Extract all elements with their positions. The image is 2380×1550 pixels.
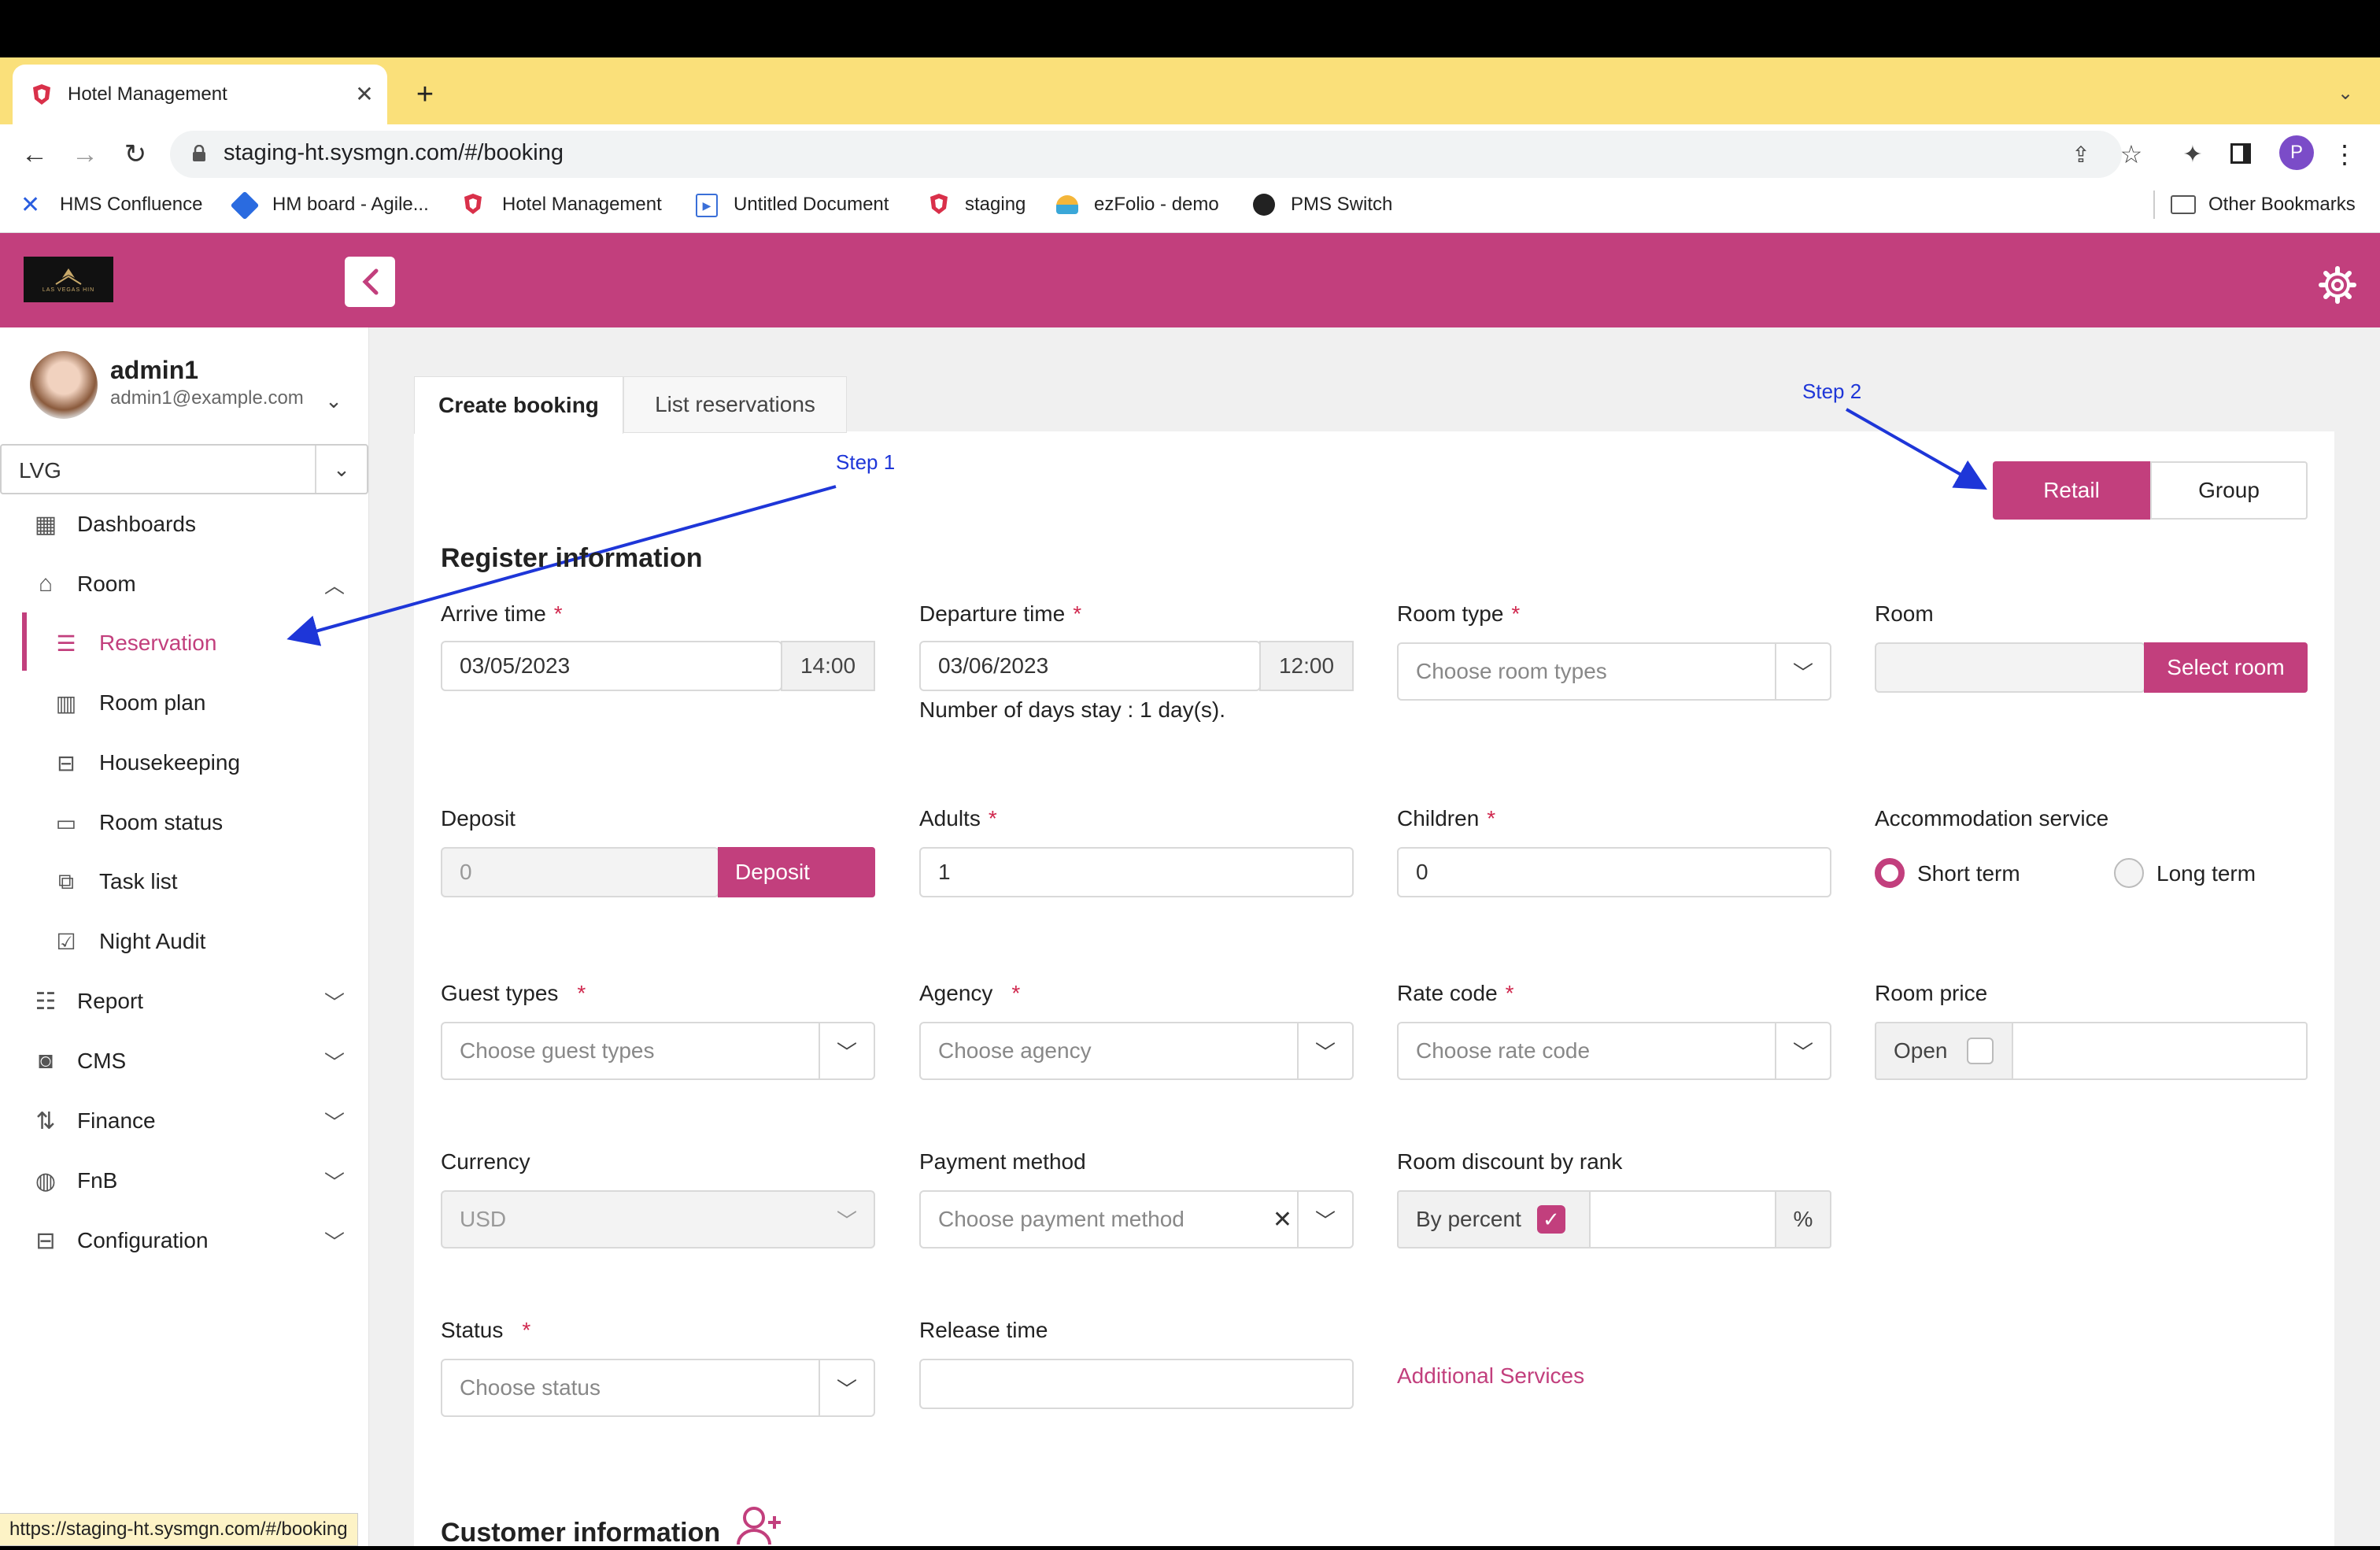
chevron-down-icon: ﹀: [1775, 644, 1830, 699]
deposit-input[interactable]: 0: [441, 847, 719, 897]
by-percent-group: By percent ✓: [1397, 1190, 1591, 1249]
deposit-button[interactable]: Deposit: [718, 847, 875, 897]
add-customer-icon[interactable]: [735, 1505, 782, 1550]
children-input[interactable]: 0: [1397, 847, 1831, 897]
currency-value: USD: [460, 1207, 507, 1231]
chevron-down-icon: ﹀: [1297, 1192, 1352, 1247]
room-type-label: Room type *: [1397, 601, 1521, 626]
chevron-down-icon: ﹀: [1297, 1023, 1352, 1078]
discount-label: Room discount by rank: [1397, 1149, 1623, 1174]
adults-label: Adults *: [919, 806, 997, 830]
days-stay-text: Number of days stay : 1 day(s).: [919, 697, 1226, 722]
room-type-placeholder: Choose room types: [1416, 659, 1607, 683]
long-term-label: Long term: [2156, 861, 2256, 886]
by-percent-checkbox[interactable]: ✓: [1536, 1205, 1565, 1234]
chevron-down-icon: ﹀: [819, 1023, 874, 1078]
open-checkbox[interactable]: [1966, 1038, 1994, 1064]
room-label: Room: [1875, 601, 1934, 626]
chevron-down-icon: ﹀: [819, 1360, 874, 1415]
agency-placeholder: Choose agency: [938, 1038, 1092, 1063]
chevron-down-icon: ﹀: [1775, 1023, 1830, 1078]
retail-button[interactable]: Retail: [1993, 461, 2150, 520]
arrive-time-input[interactable]: 14:00: [781, 641, 875, 691]
short-term-radio[interactable]: [1875, 858, 1905, 888]
additional-services-link[interactable]: Additional Services: [1397, 1363, 1584, 1389]
currency-label: Currency: [441, 1149, 530, 1174]
guest-types-placeholder: Choose guest types: [460, 1038, 655, 1063]
release-time-input[interactable]: [919, 1359, 1354, 1409]
clear-icon[interactable]: ✕: [1273, 1206, 1292, 1234]
rate-code-select[interactable]: Choose rate code ﹀: [1397, 1022, 1831, 1080]
accommodation-label: Accommodation service: [1875, 806, 2109, 830]
discount-input[interactable]: [1589, 1190, 1776, 1249]
arrive-label: Arrive time *: [441, 601, 563, 626]
chevron-down-icon: ﹀: [836, 1208, 857, 1233]
room-type-select[interactable]: Choose room types ﹀: [1397, 642, 1831, 701]
open-label: Open: [1894, 1038, 1948, 1063]
guest-types-label: Guest types *: [441, 981, 586, 1005]
payment-label: Payment method: [919, 1149, 1086, 1174]
agency-select[interactable]: Choose agency ﹀: [919, 1022, 1354, 1080]
payment-select[interactable]: Choose payment method ✕ ﹀: [919, 1190, 1354, 1249]
currency-select[interactable]: USD ﹀: [441, 1190, 875, 1249]
short-term-label: Short term: [1917, 861, 2020, 886]
children-label: Children *: [1397, 806, 1496, 830]
group-button[interactable]: Group: [2150, 461, 2308, 520]
open-toggle-group: Open: [1875, 1022, 2013, 1080]
payment-placeholder: Choose payment method: [938, 1207, 1184, 1231]
room-input[interactable]: [1875, 642, 2145, 693]
long-term-radio[interactable]: [2114, 858, 2144, 888]
by-percent-label: By percent: [1416, 1207, 1521, 1231]
deposit-label: Deposit: [441, 806, 516, 830]
select-room-button[interactable]: Select room: [2144, 642, 2308, 693]
rate-code-label: Rate code *: [1397, 981, 1514, 1005]
section-title: Register information: [441, 543, 703, 573]
percent-addon: %: [1775, 1190, 1831, 1249]
status-select[interactable]: Choose status ﹀: [441, 1359, 875, 1417]
status-placeholder: Choose status: [460, 1375, 601, 1400]
status-bar-url: https://staging-ht.sysmgn.com/#/booking: [0, 1513, 358, 1546]
departure-label: Departure time *: [919, 601, 1082, 626]
departure-time-input[interactable]: 12:00: [1259, 641, 1354, 691]
status-label: Status *: [441, 1318, 531, 1342]
customer-info-title: Customer information: [441, 1518, 721, 1548]
room-price-input[interactable]: [2012, 1022, 2308, 1080]
room-price-label: Room price: [1875, 981, 1988, 1005]
arrive-date-input[interactable]: 03/05/2023: [441, 641, 782, 691]
agency-label: Agency *: [919, 981, 1021, 1005]
adults-input[interactable]: 1: [919, 847, 1354, 897]
rate-code-placeholder: Choose rate code: [1416, 1038, 1591, 1063]
departure-date-input[interactable]: 03/06/2023: [919, 641, 1261, 691]
guest-types-select[interactable]: Choose guest types ﹀: [441, 1022, 875, 1080]
release-label: Release time: [919, 1318, 1048, 1342]
annotation-arrows: [286, 408, 1987, 646]
